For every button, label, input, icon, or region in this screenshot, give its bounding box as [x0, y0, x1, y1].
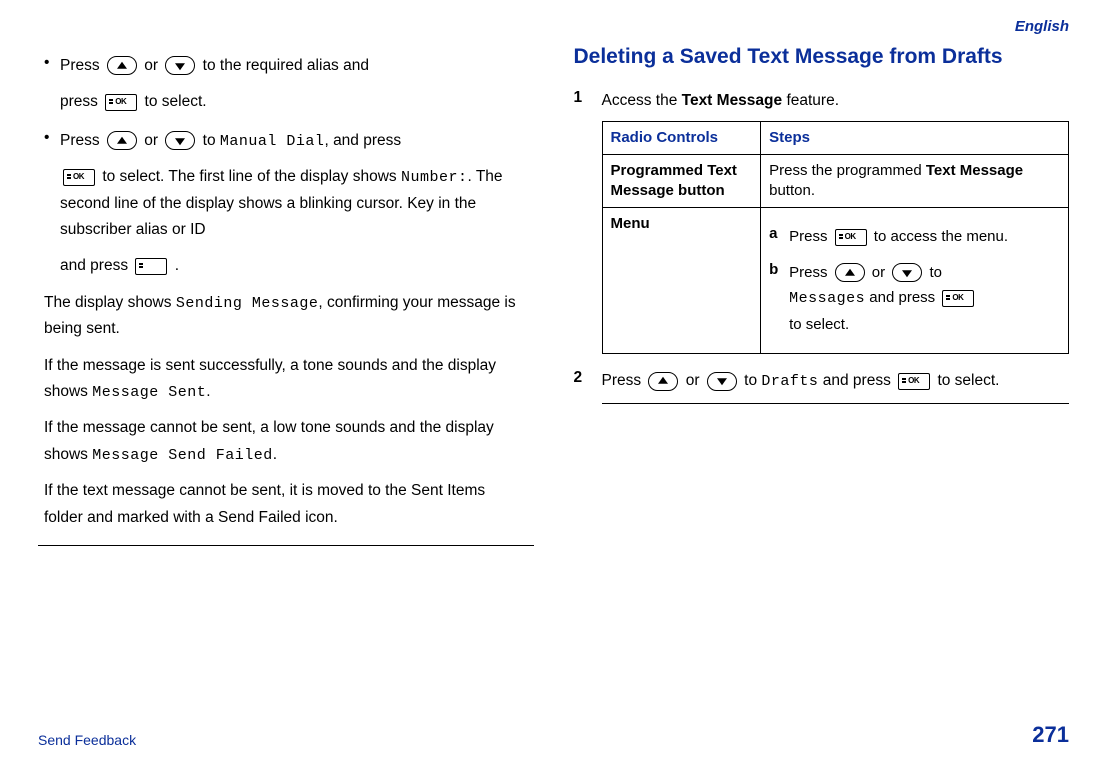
bullet-body: Press or to the required alias and press…	[60, 53, 534, 116]
text: to	[929, 264, 942, 281]
text: button.	[769, 182, 815, 199]
cell-menu-steps: a Press OK to access the menu. b	[761, 208, 1069, 354]
text: to	[203, 132, 216, 149]
mono-send-failed: Message Send Failed	[92, 447, 273, 464]
down-arrow-icon	[707, 372, 737, 391]
text: and press	[60, 257, 128, 274]
horizontal-rule	[602, 403, 1070, 404]
table-row: Menu a Press OK to access the menu.	[602, 208, 1069, 354]
paragraph-sending: The display shows Sending Message, confi…	[44, 290, 528, 343]
menu-ok-icon: OK	[898, 373, 930, 390]
step-body: Access the Text Message feature. Radio C…	[602, 88, 1070, 354]
mono-sending-message: Sending Message	[176, 295, 319, 312]
menu-ok-icon: OK	[63, 169, 95, 186]
mono-message-sent: Message Sent	[92, 384, 206, 401]
text: Press	[60, 57, 100, 74]
down-arrow-icon	[165, 56, 195, 75]
up-arrow-icon	[107, 56, 137, 75]
bullet-item-1: • Press or to the required alias and pre…	[44, 53, 534, 116]
header-radio-controls: Radio Con­trols	[602, 121, 761, 154]
bold-text: Menu	[611, 215, 650, 232]
step-number: 2	[574, 368, 602, 404]
text: .	[206, 383, 210, 400]
bold-text-message: Text Message	[682, 92, 783, 109]
text: Press	[60, 132, 100, 149]
text: Press	[789, 264, 827, 281]
steps-table: Radio Con­trols Steps Programmed Text Me…	[602, 121, 1070, 355]
text: Press	[602, 372, 642, 389]
mono-number: Number:	[401, 169, 468, 186]
text: or	[144, 57, 158, 74]
table-row: Programmed Text Mes­sage button Press th…	[602, 154, 1069, 208]
horizontal-rule	[38, 545, 534, 546]
bullet-dot-icon: •	[44, 53, 60, 116]
page: English • Press or to the required alias…	[0, 0, 1107, 762]
text: Press	[789, 228, 827, 245]
sublist-item-a: a Press OK to access the menu.	[769, 224, 1060, 250]
text: .	[175, 257, 179, 274]
mono-drafts: Drafts	[761, 373, 818, 390]
up-arrow-icon	[835, 263, 865, 282]
text: .	[273, 446, 277, 463]
text: to select.	[789, 316, 849, 333]
page-footer: Send Feedback 271	[38, 722, 1069, 748]
step-body: Press or to Drafts and press OK to selec…	[602, 368, 1070, 404]
sublist-letter: a	[769, 224, 789, 250]
left-column: • Press or to the required alias and pre…	[38, 41, 534, 546]
down-arrow-icon	[165, 131, 195, 150]
text: and press	[865, 289, 935, 306]
text: to the required alias and	[203, 57, 369, 74]
text: Access the	[602, 92, 682, 109]
text: , and press	[324, 132, 401, 149]
text: or	[144, 132, 158, 149]
sublist-item-b: b Press or to Messages and press OK	[769, 260, 1060, 338]
text: to select.	[937, 372, 999, 389]
down-arrow-icon	[892, 263, 922, 282]
menu-icon	[135, 258, 167, 275]
send-feedback-link[interactable]: Send Feedback	[38, 732, 136, 748]
text: or	[872, 264, 885, 281]
bullet-item-2: • Press or to Manual Dial, and press OK …	[44, 128, 534, 280]
text: Press the programmed	[769, 162, 926, 179]
up-arrow-icon	[648, 372, 678, 391]
section-title: Deleting a Saved Text Message from Draft…	[574, 43, 1070, 70]
content-columns: • Press or to the required alias and pre…	[38, 41, 1069, 546]
language-header: English	[38, 18, 1069, 35]
bold-text: Text Message	[926, 162, 1023, 179]
menu-ok-icon: OK	[105, 94, 137, 111]
text: to	[744, 372, 757, 389]
step-number: 1	[574, 88, 602, 354]
step-2: 2 Press or to Drafts and press OK to sel…	[574, 368, 1070, 404]
text: or	[686, 372, 700, 389]
bullet-body: Press or to Manual Dial, and press OK to…	[60, 128, 534, 280]
step-1: 1 Access the Text Message feature. Radio…	[574, 88, 1070, 354]
text: and press	[818, 372, 890, 389]
sublist-text: Press OK to access the menu.	[789, 224, 1060, 250]
paragraph-sent: If the message is sent successfully, a t…	[44, 353, 528, 406]
mono-manual-dial: Manual Dial	[220, 133, 325, 150]
header-steps: Steps	[761, 121, 1069, 154]
sublist-text: Press or to Messages and press OK to sel…	[789, 260, 1060, 338]
paragraph-failed: If the message cannot be sent, a low ton…	[44, 415, 528, 468]
bold-text: Programmed Text Mes­sage button	[611, 162, 737, 199]
right-column: Deleting a Saved Text Message from Draft…	[574, 41, 1070, 546]
mono-messages: Messages	[789, 290, 865, 307]
menu-ok-icon: OK	[942, 290, 974, 307]
text: to select. The first line of the display…	[102, 168, 396, 185]
bullet-dot-icon: •	[44, 128, 60, 280]
up-arrow-icon	[107, 131, 137, 150]
table-header-row: Radio Con­trols Steps	[602, 121, 1069, 154]
cell-programmed-button: Programmed Text Mes­sage button	[602, 154, 761, 208]
cell-programmed-steps: Press the programmed Text Message button…	[761, 154, 1069, 208]
menu-ok-icon: OK	[835, 229, 867, 246]
text: to select.	[145, 93, 207, 110]
paragraph-moved: If the text message cannot be sent, it i…	[44, 478, 528, 531]
cell-menu: Menu	[602, 208, 761, 354]
text: to access the menu.	[874, 228, 1008, 245]
text: feature.	[782, 92, 839, 109]
page-number: 271	[1032, 722, 1069, 748]
sublist-letter: b	[769, 260, 789, 338]
text: press	[60, 93, 98, 110]
text: The display shows	[44, 294, 176, 311]
